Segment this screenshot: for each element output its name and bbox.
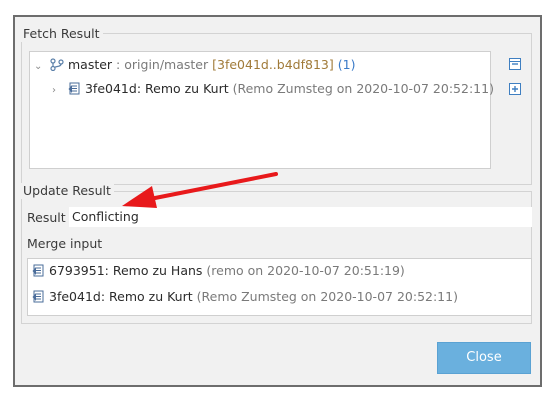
- merge-input-meta: (remo on 2020-10-07 20:51:19): [206, 263, 405, 278]
- branch-row[interactable]: ⌄ master : origin/master [3fe041d..b4df8…: [34, 56, 355, 74]
- result-label: Result: [27, 210, 66, 225]
- fetch-result-title: Fetch Result: [21, 26, 103, 42]
- list-item[interactable]: 3fe041d: Remo zu Kurt (Remo Zumsteg on 2…: [32, 288, 458, 306]
- expand-all-button[interactable]: [507, 81, 523, 97]
- expand-all-icon: [509, 83, 521, 95]
- merge-input-summary: 3fe041d: Remo zu Kurt: [49, 289, 193, 304]
- merge-input-list[interactable]: 6793951: Remo zu Hans (remo on 2020-10-0…: [27, 258, 532, 316]
- fetch-result-dialog: Fetch Result ⌄ master : origin/master [3…: [13, 15, 542, 387]
- commit-icon: [32, 264, 44, 277]
- remote-branch: origin/master: [124, 57, 209, 72]
- result-value: Conflicting: [69, 207, 532, 227]
- branch-separator: :: [112, 57, 125, 72]
- commit-icon: [32, 290, 44, 303]
- close-button[interactable]: Close: [437, 342, 531, 374]
- branch-name: master: [67, 57, 113, 72]
- collapse-all-button[interactable]: [507, 56, 523, 72]
- merge-input-label: Merge input: [27, 236, 103, 251]
- merge-input-meta: (Remo Zumsteg on 2020-10-07 20:52:11): [196, 289, 458, 304]
- collapse-all-icon: [509, 58, 521, 70]
- list-item[interactable]: 6793951: Remo zu Hans (remo on 2020-10-0…: [32, 262, 405, 280]
- commit-range: [3fe041d..b4df813]: [212, 57, 334, 72]
- commit-count: (1): [337, 57, 356, 72]
- branch-icon: [50, 58, 64, 71]
- merge-input-summary: 6793951: Remo zu Hans: [49, 263, 203, 278]
- chevron-right-icon[interactable]: ›: [52, 82, 64, 100]
- commit-summary: 3fe041d: Remo zu Kurt: [84, 81, 229, 96]
- fetch-result-tree[interactable]: ⌄ master : origin/master [3fe041d..b4df8…: [29, 51, 494, 169]
- commit-icon: [68, 82, 80, 95]
- chevron-down-icon[interactable]: ⌄: [34, 58, 46, 76]
- commit-meta: (Remo Zumsteg on 2020-10-07 20:52:11): [232, 81, 494, 96]
- commit-row[interactable]: › 3fe041d: Remo zu Kurt (Remo Zumsteg on…: [52, 80, 494, 98]
- update-result-title: Update Result: [21, 183, 114, 199]
